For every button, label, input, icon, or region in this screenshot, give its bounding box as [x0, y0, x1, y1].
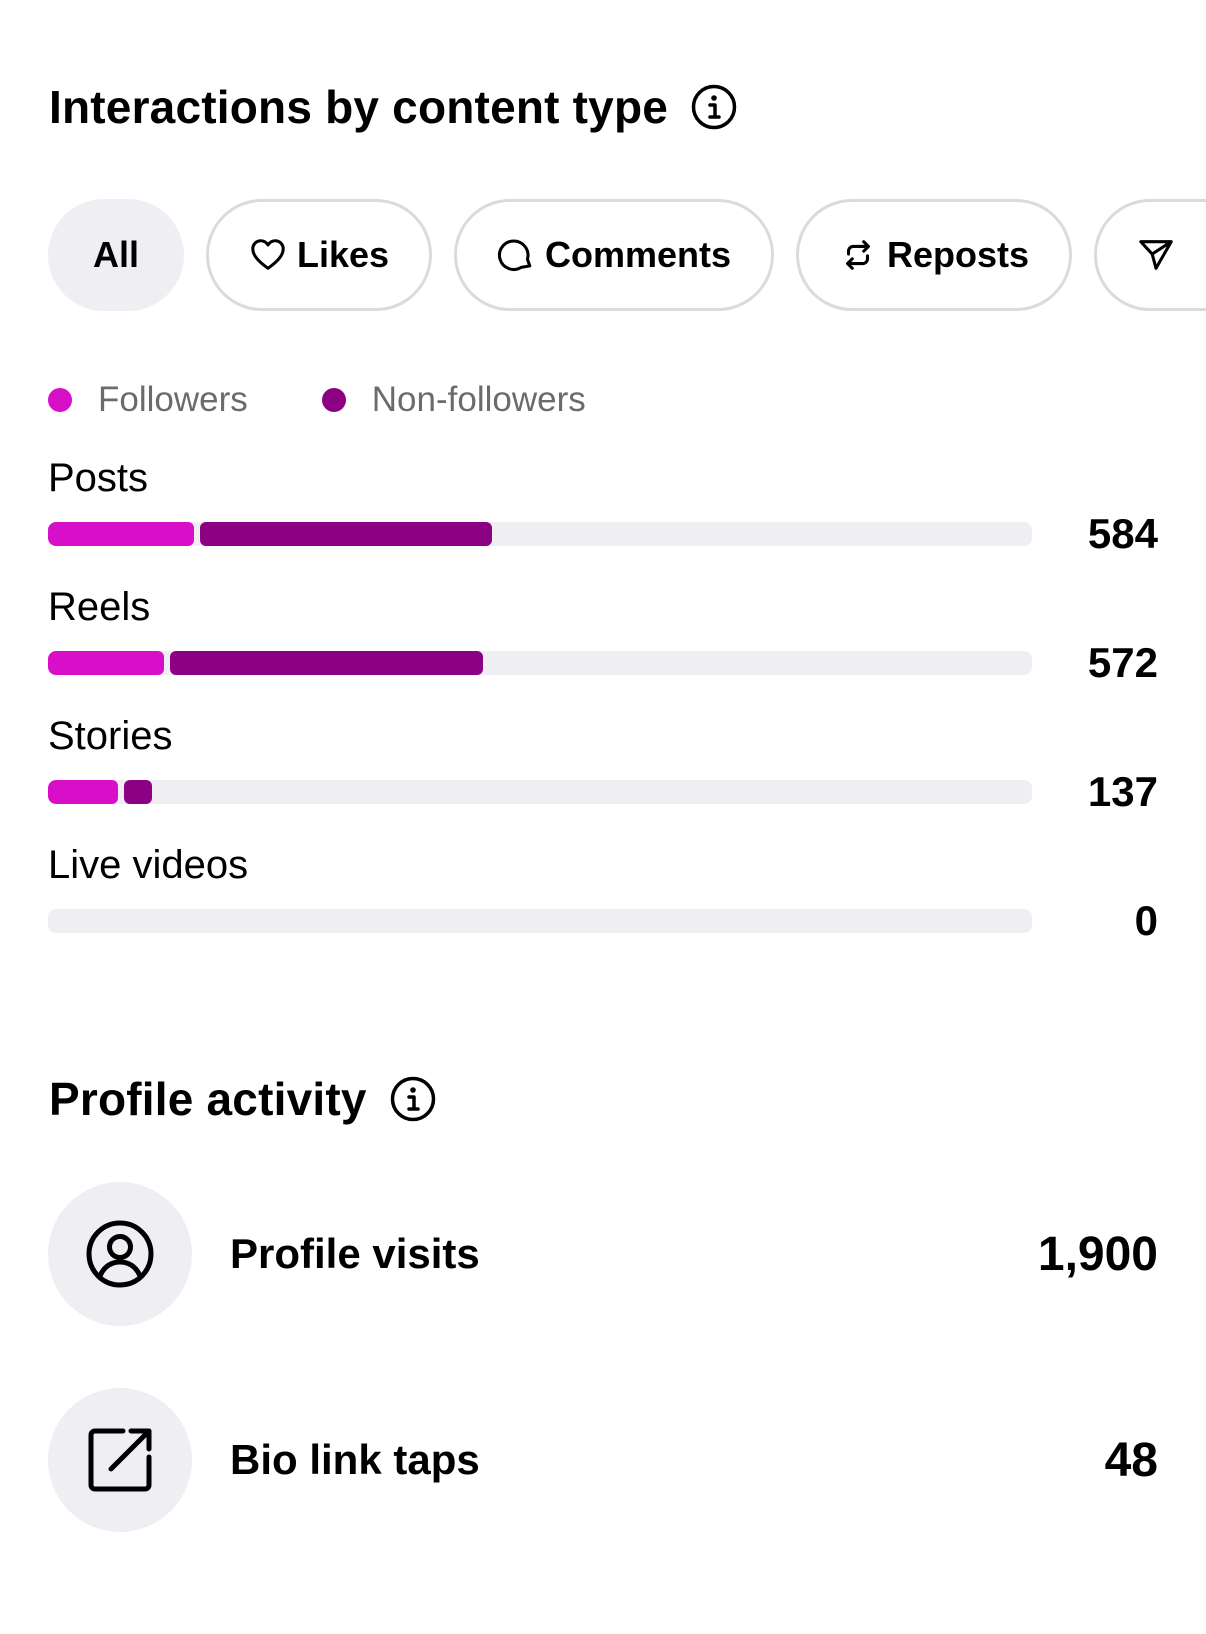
bar-segment-followers	[48, 651, 164, 675]
legend-swatch-non-followers	[321, 388, 346, 412]
repost-icon	[839, 236, 877, 274]
info-icon[interactable]	[389, 1075, 437, 1123]
bio-link-taps-row[interactable]: Bio link taps 48	[48, 1388, 1158, 1532]
legend-item-followers: Followers	[48, 380, 248, 420]
filter-chip-comments[interactable]: Comments	[454, 199, 774, 311]
legend-label: Non-followers	[371, 380, 586, 419]
activity-value: 48	[1104, 1433, 1158, 1487]
bar-value: 584	[1087, 510, 1158, 557]
info-icon[interactable]	[690, 83, 738, 131]
bar-label: Live videos	[48, 843, 249, 887]
filter-chip-label: Comments	[544, 234, 732, 275]
bar-label: Reels	[48, 585, 151, 629]
profile-activity-title: Profile activity	[49, 1072, 437, 1126]
bar-track	[48, 651, 1032, 675]
bar-label: Posts	[48, 456, 149, 500]
profile-visits-row[interactable]: Profile visits 1,900	[48, 1182, 1158, 1326]
activity-label: Bio link taps	[230, 1436, 480, 1483]
profile-activity-title-text: Profile activity	[49, 1073, 367, 1125]
interactions-title-text: Interactions by content type	[49, 81, 669, 133]
bar-row-posts[interactable]: Posts 584	[48, 456, 1158, 576]
filter-chip-all[interactable]: All	[48, 199, 184, 311]
filter-chip-shares[interactable]	[1094, 199, 1206, 311]
interactions-title: Interactions by content type	[49, 80, 738, 134]
heart-icon	[249, 236, 287, 274]
legend-item-non-followers: Non-followers	[321, 380, 586, 420]
bar-value: 137	[1087, 768, 1158, 815]
filter-chip-label: Reposts	[886, 234, 1030, 275]
bar-track	[48, 909, 1032, 933]
external-link-icon	[48, 1388, 192, 1532]
activity-label: Profile visits	[230, 1230, 480, 1277]
bar-row-stories[interactable]: Stories 137	[48, 714, 1158, 834]
profile-icon	[48, 1182, 192, 1326]
activity-value: 1,900	[1037, 1227, 1158, 1281]
bar-value: 0	[1134, 897, 1158, 944]
bar-segment-followers	[48, 522, 194, 546]
bar-row-reels[interactable]: Reels 572	[48, 585, 1158, 705]
filter-chip-reposts[interactable]: Reposts	[796, 199, 1072, 311]
bar-label: Stories	[48, 714, 173, 758]
bar-track	[48, 780, 1032, 804]
filter-chip-likes[interactable]: Likes	[206, 199, 432, 311]
legend-label: Followers	[98, 380, 248, 419]
filter-chip-label: All	[92, 234, 139, 275]
bar-segment-non-followers	[124, 780, 152, 804]
filter-chip-label: Likes	[296, 234, 390, 275]
bar-row-live-videos[interactable]: Live videos 0	[48, 843, 1158, 963]
bar-segment-followers	[48, 780, 118, 804]
bar-segment-non-followers	[200, 522, 492, 546]
bar-value: 572	[1087, 639, 1158, 686]
comment-icon	[497, 236, 535, 274]
content-type-filters: All Likes Comments Reposts	[48, 199, 1206, 311]
bar-segment-non-followers	[170, 651, 483, 675]
legend-swatch-followers	[48, 388, 72, 412]
chart-legend: Followers Non-followers	[48, 380, 586, 420]
share-icon	[1137, 236, 1175, 274]
bar-track	[48, 522, 1032, 546]
